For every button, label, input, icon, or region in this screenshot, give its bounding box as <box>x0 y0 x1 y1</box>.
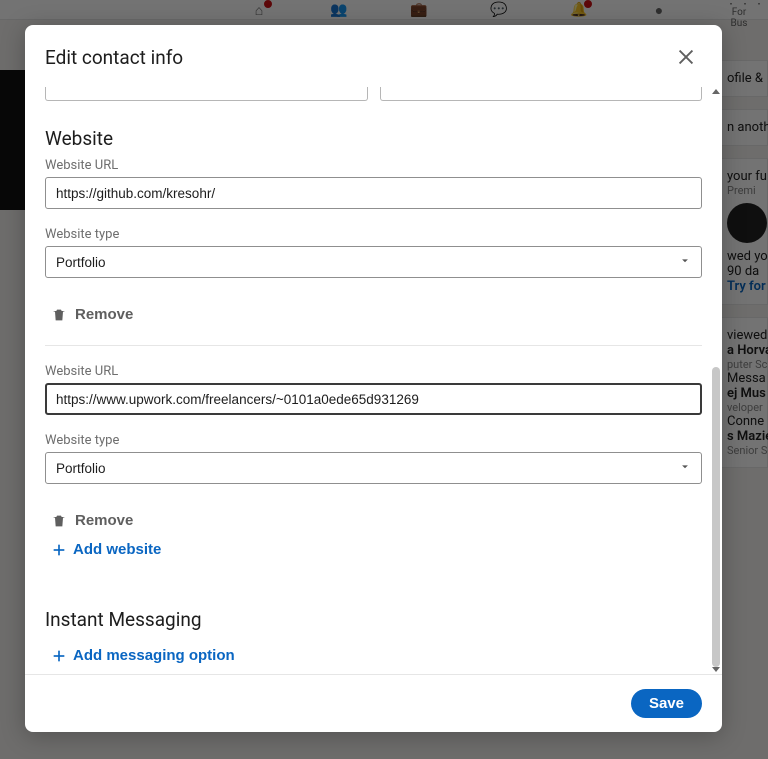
add-website-button[interactable]: Add website <box>45 537 167 562</box>
website-section-heading: Website <box>45 127 702 150</box>
website-entry: Website URL Website type Portfolio <box>45 364 702 580</box>
remove-label: Remove <box>75 512 133 529</box>
website-type-label: Website type <box>45 227 702 242</box>
website-type-field: Website type Portfolio <box>45 433 702 484</box>
scroll-down-icon[interactable] <box>712 667 720 672</box>
website-type-select[interactable]: Portfolio <box>45 452 702 484</box>
plus-icon <box>51 542 67 558</box>
plus-icon <box>51 648 67 664</box>
website-type-label: Website type <box>45 433 702 448</box>
website-entry: Website URL Website type Portfolio <box>45 158 702 345</box>
website-url-label: Website URL <box>45 364 702 379</box>
modal-header: Edit contact info <box>25 25 722 87</box>
im-section-heading: Instant Messaging <box>45 608 702 631</box>
website-url-input[interactable] <box>45 177 702 209</box>
modal-title: Edit contact info <box>45 46 183 69</box>
modal-body[interactable]: Website Website URL Website type Portfol… <box>25 87 722 674</box>
remove-label: Remove <box>75 306 133 323</box>
trash-icon <box>51 513 67 529</box>
website-type-select[interactable]: Portfolio <box>45 246 702 278</box>
trash-icon <box>51 307 67 323</box>
website-url-input[interactable] <box>45 383 702 415</box>
divider <box>45 345 702 346</box>
edit-contact-modal: Edit contact info Website Website URL <box>25 25 722 732</box>
website-url-label: Website URL <box>45 158 702 173</box>
add-messaging-button[interactable]: Add messaging option <box>45 643 241 668</box>
clipped-field-right[interactable] <box>380 87 703 101</box>
clipped-field-left[interactable] <box>45 87 368 101</box>
modal-footer: Save <box>25 674 722 732</box>
scrollbar[interactable] <box>710 87 722 674</box>
website-url-field: Website URL <box>45 158 702 209</box>
close-button[interactable] <box>670 41 702 73</box>
website-url-field: Website URL <box>45 364 702 415</box>
save-button[interactable]: Save <box>631 689 702 718</box>
website-type-field: Website type Portfolio <box>45 227 702 278</box>
scroll-up-icon[interactable] <box>712 89 720 94</box>
remove-website-button[interactable]: Remove <box>45 302 139 327</box>
remove-website-button[interactable]: Remove <box>45 508 139 533</box>
close-icon <box>675 46 697 68</box>
add-messaging-label: Add messaging option <box>73 647 235 664</box>
add-website-label: Add website <box>73 541 161 558</box>
scroll-thumb[interactable] <box>712 367 720 667</box>
clipped-fields-above <box>45 87 702 101</box>
